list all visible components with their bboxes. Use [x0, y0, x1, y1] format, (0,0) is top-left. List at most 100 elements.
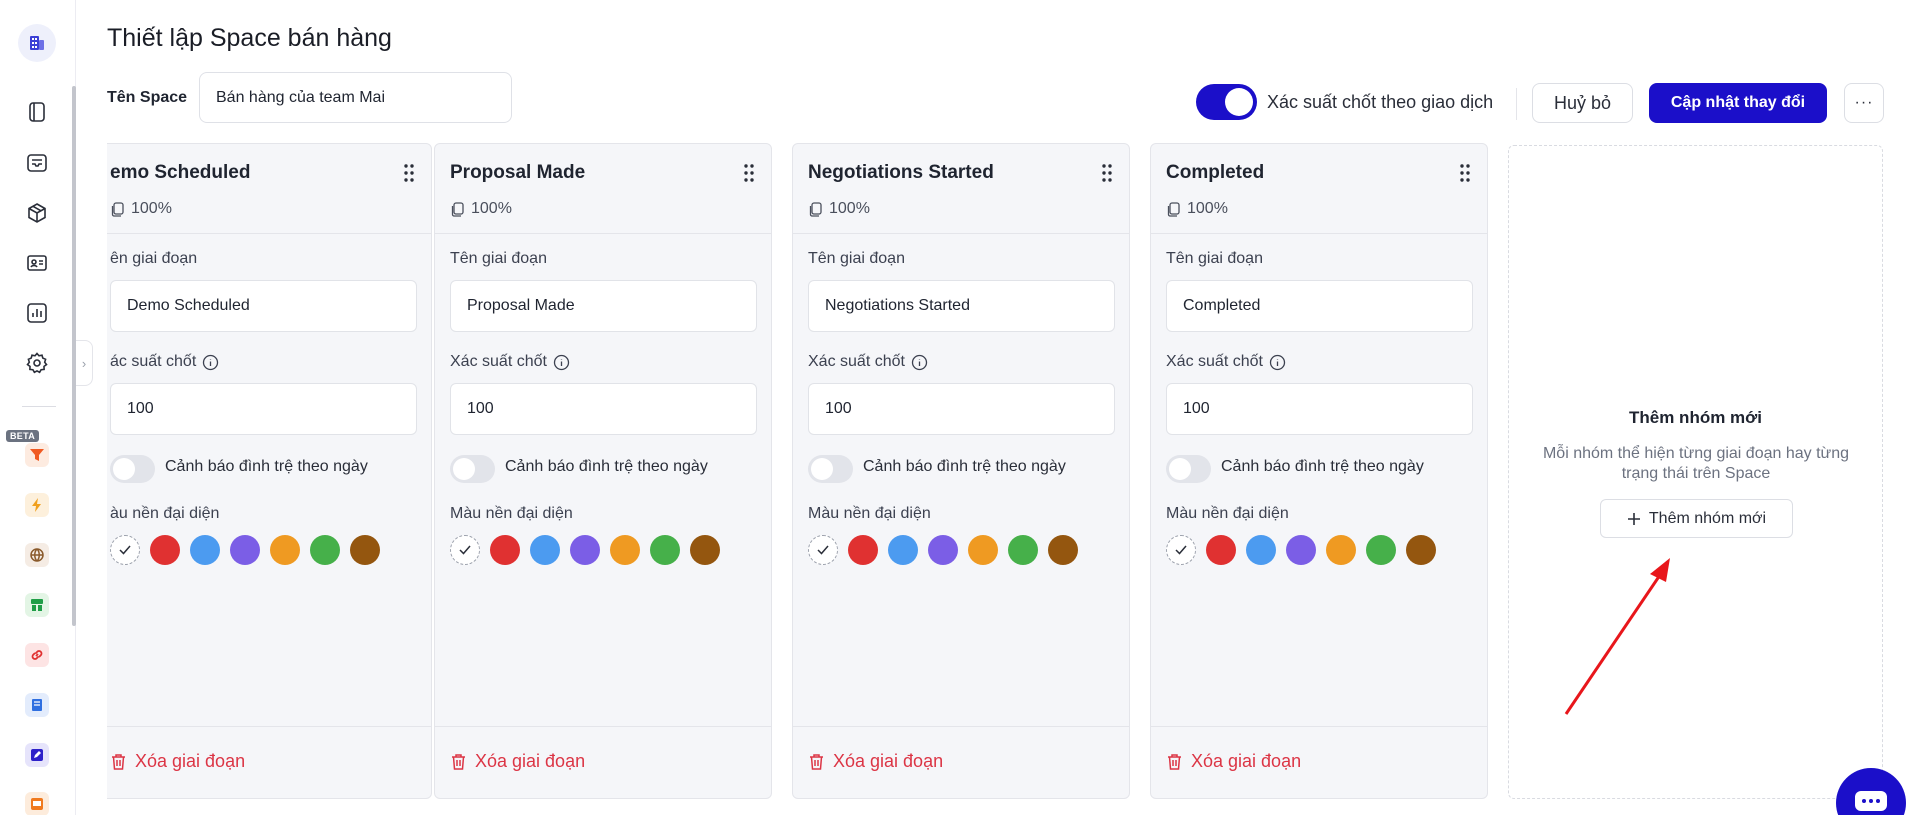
- workspace-logo[interactable]: [18, 24, 56, 62]
- color-swatch[interactable]: [848, 535, 878, 565]
- stage-footer: Xóa giai đoạn: [435, 726, 771, 798]
- notebook-icon[interactable]: [24, 99, 50, 125]
- gear-icon[interactable]: [24, 350, 50, 376]
- slides-app-icon[interactable]: [25, 792, 49, 815]
- no-color-swatch[interactable]: [1166, 535, 1196, 565]
- color-swatch[interactable]: [1048, 535, 1078, 565]
- stage-name-input[interactable]: [450, 280, 757, 332]
- cancel-button[interactable]: Huỷ bỏ: [1532, 83, 1633, 123]
- inbox-icon[interactable]: [24, 150, 50, 176]
- color-swatch[interactable]: [968, 535, 998, 565]
- bolt-app-icon[interactable]: [25, 493, 49, 517]
- color-swatch[interactable]: [190, 535, 220, 565]
- link-app-icon[interactable]: [25, 643, 49, 667]
- stage-name-input[interactable]: [110, 280, 417, 332]
- deal-probability-toggle[interactable]: [1196, 84, 1257, 120]
- color-swatch[interactable]: [690, 535, 720, 565]
- no-color-swatch[interactable]: [450, 535, 480, 565]
- probability-input[interactable]: [1166, 383, 1473, 435]
- stale-warning-toggle[interactable]: [808, 455, 853, 483]
- info-icon[interactable]: [1269, 354, 1286, 371]
- color-swatch[interactable]: [1366, 535, 1396, 565]
- color-label-text: Màu nền đại diện: [450, 505, 573, 522]
- probability-input[interactable]: [808, 383, 1115, 435]
- edit-app-icon[interactable]: [25, 743, 49, 767]
- funnel-app-icon[interactable]: [25, 443, 49, 467]
- color-swatch[interactable]: [270, 535, 300, 565]
- more-options-button[interactable]: ···: [1844, 83, 1884, 123]
- stage-title: emo Scheduled: [110, 162, 251, 183]
- delete-stage-label: Xóa giai đoạn: [475, 751, 586, 771]
- drag-handle-icon[interactable]: [743, 163, 755, 188]
- color-label-text: Màu nền đại diện: [1166, 505, 1289, 522]
- stage-column: Negotiations Started 100% Tên giai đoạn Xác…: [792, 143, 1130, 799]
- stale-warning-toggle[interactable]: [450, 455, 495, 483]
- color-swatch[interactable]: [1286, 535, 1316, 565]
- drag-handle-icon[interactable]: [1459, 163, 1471, 188]
- store-app-icon[interactable]: [25, 593, 49, 617]
- page-title: Thiết lập Space bán hàng: [107, 24, 392, 52]
- color-swatch[interactable]: [928, 535, 958, 565]
- color-swatch[interactable]: [1326, 535, 1356, 565]
- color-swatch[interactable]: [1206, 535, 1236, 565]
- stage-percent: 100%: [450, 200, 512, 218]
- stage-column: Proposal Made 100% Tên giai đoạn Xác suất c…: [434, 143, 772, 799]
- color-swatch[interactable]: [1246, 535, 1276, 565]
- stage-footer: Xóa giai đoạn: [107, 726, 431, 798]
- color-swatch[interactable]: [888, 535, 918, 565]
- chevron-right-icon: ›: [81, 355, 87, 371]
- stage-name-input[interactable]: [808, 280, 1115, 332]
- stale-warning-label: Cảnh báo đình trệ theo ngày: [1221, 458, 1424, 475]
- drag-handle-icon[interactable]: [1101, 163, 1113, 188]
- probability-input[interactable]: [110, 383, 417, 435]
- color-swatch[interactable]: [610, 535, 640, 565]
- color-swatch[interactable]: [570, 535, 600, 565]
- stale-warning-toggle[interactable]: [1166, 455, 1211, 483]
- color-swatch[interactable]: [350, 535, 380, 565]
- probability-label-text: Xác suất chốt: [1166, 353, 1263, 370]
- info-icon[interactable]: [553, 354, 570, 371]
- color-swatch[interactable]: [650, 535, 680, 565]
- update-changes-button[interactable]: Cập nhật thay đổi: [1649, 83, 1827, 123]
- probability-input[interactable]: [450, 383, 757, 435]
- stage-percent-value: 100%: [131, 200, 172, 217]
- color-swatch[interactable]: [1406, 535, 1436, 565]
- no-color-swatch[interactable]: [808, 535, 838, 565]
- stage-percent: 100%: [808, 200, 870, 218]
- info-icon[interactable]: [202, 354, 219, 371]
- copy-icon: [1167, 202, 1180, 217]
- space-name-input[interactable]: [199, 72, 512, 123]
- no-color-swatch[interactable]: [110, 535, 140, 565]
- stale-warning-toggle[interactable]: [110, 455, 155, 483]
- sidebar: BETA: [0, 0, 76, 815]
- stage-name-input[interactable]: [1166, 280, 1473, 332]
- color-label-text: Màu nền đại diện: [808, 505, 931, 522]
- color-swatch-row: [1166, 535, 1436, 565]
- trash-icon: [1168, 753, 1181, 770]
- color-swatch[interactable]: [230, 535, 260, 565]
- add-group-button[interactable]: Thêm nhóm mới: [1600, 499, 1793, 538]
- stage-header: Negotiations Started 100%: [793, 144, 1129, 234]
- color-label: Màu nền đại diện: [1166, 505, 1289, 523]
- delete-stage-button[interactable]: Xóa giai đoạn: [110, 751, 245, 772]
- stage-name-label-text: ên giai đoạn: [110, 250, 198, 267]
- drag-handle-icon[interactable]: [403, 163, 415, 188]
- delete-stage-button[interactable]: Xóa giai đoạn: [1166, 751, 1301, 772]
- delete-stage-button[interactable]: Xóa giai đoạn: [808, 751, 943, 772]
- globe-app-icon[interactable]: [25, 543, 49, 567]
- color-swatch[interactable]: [490, 535, 520, 565]
- stale-warning-label: Cảnh báo đình trệ theo ngày: [165, 458, 368, 475]
- sidebar-collapse-toggle[interactable]: ›: [76, 340, 93, 386]
- probability-label: Xác suất chốt: [450, 353, 570, 371]
- color-swatch[interactable]: [530, 535, 560, 565]
- stage-percent: 100%: [1166, 200, 1228, 218]
- delete-stage-button[interactable]: Xóa giai đoạn: [450, 751, 585, 772]
- info-icon[interactable]: [911, 354, 928, 371]
- color-swatch[interactable]: [150, 535, 180, 565]
- color-swatch[interactable]: [1008, 535, 1038, 565]
- bar-chart-icon[interactable]: [24, 300, 50, 326]
- book-app-icon[interactable]: [25, 693, 49, 717]
- contact-card-icon[interactable]: [24, 250, 50, 276]
- box-icon[interactable]: [24, 200, 50, 226]
- color-swatch[interactable]: [310, 535, 340, 565]
